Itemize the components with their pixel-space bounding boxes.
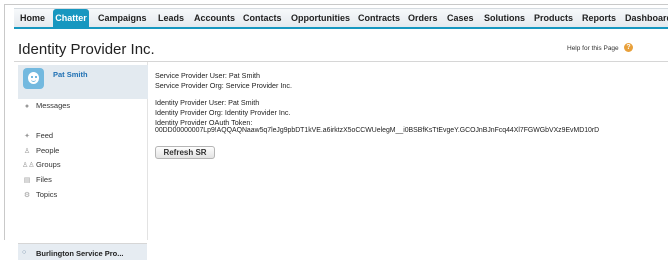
- tab-contracts[interactable]: Contracts: [358, 9, 400, 27]
- tab-opportunities[interactable]: Opportunities: [291, 9, 350, 27]
- file-icon: ▤: [23, 177, 31, 184]
- tab-home[interactable]: Home: [20, 9, 45, 27]
- sp-org-text: Service Provider Org: Service Provider I…: [155, 81, 293, 90]
- tab-cases[interactable]: Cases: [447, 9, 474, 27]
- idp-token-value: 00DD00000007Lp9!AQQAQNaaw5q7leJg9pbDT1kV…: [155, 127, 600, 134]
- sidebar-item-label: Messages: [36, 101, 71, 110]
- sidebar-item-label: People: [36, 146, 60, 155]
- sidebar-item-label: Topics: [36, 190, 58, 199]
- avatar[interactable]: [23, 68, 44, 89]
- user-name-link[interactable]: Pat Smith: [53, 70, 88, 79]
- sidebar-item-people[interactable]: ♙ People: [22, 146, 60, 157]
- sidebar-item-label: Files: [36, 175, 52, 184]
- page-title: Identity Provider Inc.: [18, 41, 155, 58]
- sidebar-item-label: Groups: [36, 160, 61, 169]
- tab-reports[interactable]: Reports: [582, 9, 616, 27]
- idp-user-text: Identity Provider User: Pat Smith: [155, 98, 260, 107]
- bubble-icon: ●: [24, 103, 30, 110]
- tab-bar: Home Chatter Campaigns Leads Accounts Co…: [14, 8, 668, 29]
- idp-org-text: Identity Provider Org: Identity Provider…: [155, 108, 291, 117]
- tab-leads[interactable]: Leads: [158, 9, 184, 27]
- sidebar-item-burlington-label[interactable]: Burlington Service Pro...: [36, 249, 124, 258]
- sidebar-item-label: Feed: [36, 131, 54, 140]
- sidebar-item-groups[interactable]: ♙♙Groups: [22, 160, 61, 171]
- sidebar-item-feed[interactable]: ✦ Feed: [22, 131, 53, 142]
- chat-icon: ○: [22, 249, 27, 256]
- idp-token-label: Identity Provider OAuth Token:: [155, 118, 253, 127]
- tab-campaigns[interactable]: Campaigns: [98, 9, 147, 27]
- tab-dashboards[interactable]: Dashboards: [625, 9, 668, 27]
- help-link[interactable]: Help for this Page: [567, 45, 619, 52]
- header-divider: [14, 61, 668, 62]
- tab-chatter[interactable]: Chatter: [53, 9, 89, 27]
- tab-contacts[interactable]: Contacts: [243, 9, 282, 27]
- sidebar-item-messages[interactable]: ● Messages: [22, 101, 70, 112]
- tab-products[interactable]: Products: [534, 9, 573, 27]
- sidebar-item-topics[interactable]: ⚙ Topics: [22, 190, 57, 201]
- person-icon: ♙: [23, 148, 31, 155]
- tab-solutions[interactable]: Solutions: [484, 9, 525, 27]
- groups-icon: ♙♙: [22, 162, 35, 169]
- sp-user-text: Service Provider User: Pat Smith: [155, 71, 261, 80]
- page-frame: [4, 4, 668, 240]
- topics-icon: ⚙: [23, 192, 31, 199]
- tab-accounts[interactable]: Accounts: [194, 9, 235, 27]
- tab-orders[interactable]: Orders: [408, 9, 438, 27]
- question-icon[interactable]: ?: [624, 43, 633, 52]
- feed-icon: ✦: [24, 133, 30, 140]
- refresh-sr-button[interactable]: Refresh SR: [155, 146, 215, 159]
- sidebar-item-files[interactable]: ▤ Files: [22, 175, 52, 186]
